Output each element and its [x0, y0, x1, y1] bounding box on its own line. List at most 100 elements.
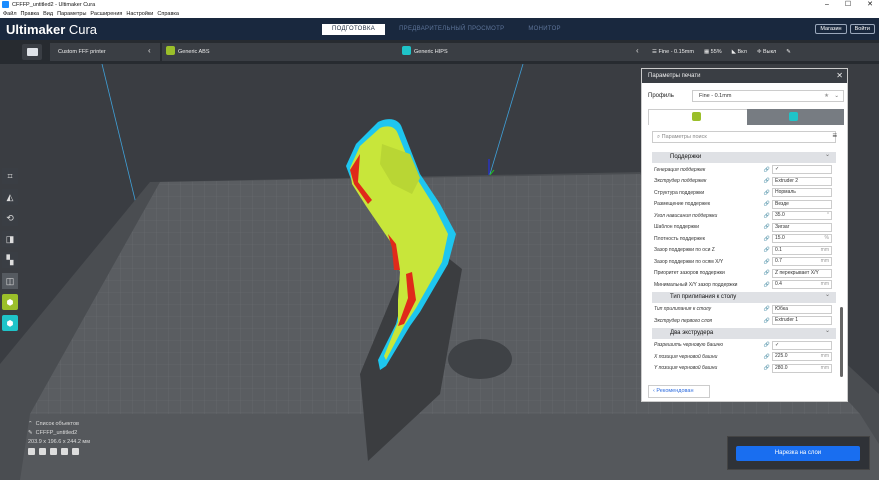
left-toolbar: ⌗ ◭ ⟲ ◨ ▚ ◫ ⬢ ⬢ — [2, 168, 18, 331]
object-name: ✎ CFFFP_untitled2 — [28, 430, 78, 436]
setting-value-field[interactable]: 35.0 ° — [772, 211, 832, 221]
chevron-left-icon[interactable]: ‹ — [148, 46, 151, 55]
chevron-down-icon: ⌄ — [834, 93, 839, 99]
profile-select[interactable]: Fine - 0.1mm ★ ⌄ — [692, 90, 844, 102]
menu-edit[interactable]: Правка — [21, 11, 40, 17]
pencil-icon: ✎ — [28, 430, 33, 436]
maximize-button[interactable]: ☐ — [845, 0, 851, 9]
setting-value-field[interactable]: Extruder 2 — [772, 176, 832, 186]
print-settings-summary[interactable]: ☰ Fine - 0.15mm ▦ 55% ◣ Вкл ✛ Выкл ✎ — [646, 43, 879, 61]
menu-help[interactable]: Справка — [157, 11, 179, 17]
signin-button[interactable]: Войти — [849, 24, 875, 34]
material-extruder1[interactable]: Generic ABS — [162, 43, 398, 61]
setting-row: Структура поддержки 🔗 Нормаль — [652, 187, 836, 199]
close-icon[interactable]: ✕ — [836, 69, 843, 83]
link-icon: 🔗 — [763, 258, 770, 265]
recommended-button[interactable]: ‹ Рекомендован — [648, 385, 710, 398]
setting-value-field[interactable]: Зигзаг — [772, 222, 832, 232]
tab-extruder2[interactable] — [746, 109, 844, 125]
setting-label: Структура поддержки — [654, 189, 705, 196]
setting-label: Зазор поддержки по осям X/Y — [654, 258, 724, 265]
setting-value-field[interactable]: Нормаль — [772, 188, 832, 198]
category-dual-extrusion[interactable]: Два экструдера — [652, 326, 836, 339]
object-list-toggle[interactable]: ⌃ Список объектов — [28, 421, 90, 427]
edit-icon[interactable]: ✎ — [786, 49, 791, 55]
chevron-left-icon[interactable]: ‹ — [636, 46, 639, 55]
stage-tabs: ПОДГОТОВКА ПРЕДВАРИТЕЛЬНЫЙ ПРОСМОТР МОНИ… — [322, 24, 571, 35]
settings-scrollbar[interactable] — [840, 307, 843, 377]
menu-settings[interactable]: Параметры — [57, 11, 86, 17]
setting-value-field[interactable]: 225.0 mm — [772, 352, 832, 362]
category-support[interactable]: Поддержки — [652, 150, 836, 163]
tab-prepare[interactable]: ПОДГОТОВКА — [322, 24, 386, 35]
setting-value-field[interactable]: 0.7 mm — [772, 257, 832, 267]
chevron-up-icon: ⌃ — [28, 421, 33, 427]
menu-extensions[interactable]: Расширения — [90, 11, 122, 17]
object-shadow-circle — [448, 339, 512, 379]
setting-row: Зазор поддержки по оси Z 🔗 0.1 mm — [652, 245, 836, 257]
setting-value-field[interactable]: 15.0% — [772, 234, 832, 244]
setting-label: Угол нависания поддержки — [654, 212, 718, 219]
setting-row: Разрешить черновую башню 🔗 ✓ — [652, 340, 836, 352]
settings-list: Поддержки Генерация поддержек🔗✓Экструдер… — [652, 150, 836, 374]
extruder2-button[interactable]: ⬢ — [2, 315, 18, 331]
view-top-icon[interactable] — [50, 448, 57, 455]
link-icon: 🔗 — [763, 270, 770, 277]
setting-value-field[interactable]: Z перекрывает X/Y — [772, 268, 832, 278]
view-3d-icon[interactable] — [28, 448, 35, 455]
view-buttons — [28, 448, 90, 455]
printer-selector[interactable]: Custom FFF printer — [50, 43, 160, 61]
setting-row: Минимальный X/Y зазор поддержки 🔗 0.4 mm — [652, 279, 836, 291]
scale-tool[interactable]: ◭ — [2, 189, 18, 205]
view-front-icon[interactable] — [39, 448, 46, 455]
setting-value-field[interactable]: Везде — [772, 199, 832, 209]
marketplace-button[interactable]: Магазин — [815, 24, 847, 34]
settings-menu-icon[interactable]: ≡ — [832, 131, 837, 140]
rotate-icon: ⟲ — [6, 212, 14, 223]
support-blocker-tool[interactable]: ◫ — [2, 273, 18, 289]
star-icon[interactable]: ★ — [824, 91, 829, 101]
menu-preferences[interactable]: Настройки — [126, 11, 153, 17]
open-file-button[interactable] — [22, 44, 42, 60]
close-button[interactable]: ✕ — [867, 0, 873, 9]
rotate-tool[interactable]: ⟲ — [2, 210, 18, 226]
per-model-settings-tool[interactable]: ▚ — [2, 252, 18, 268]
mirror-tool[interactable]: ◨ — [2, 231, 18, 247]
profile-summary: ☰ Fine - 0.15mm — [652, 49, 694, 55]
printer-toolbar: Custom FFF printer ‹ Generic ABS Generic… — [0, 40, 879, 64]
setting-value-field[interactable]: 0.4 mm — [772, 280, 832, 290]
menu-view[interactable]: Вид — [43, 11, 53, 17]
minimize-button[interactable]: – — [825, 0, 829, 9]
tab-monitor[interactable]: МОНИТОР — [518, 24, 570, 35]
setting-value-field[interactable]: ✓ — [772, 165, 832, 175]
setting-value-field[interactable]: ✓ — [772, 340, 832, 350]
menu-file[interactable]: Файл — [3, 11, 17, 17]
slice-button[interactable]: Нарезка на слои — [736, 446, 860, 461]
link-icon: 🔗 — [763, 212, 770, 219]
extruder1-button[interactable]: ⬢ — [2, 294, 18, 310]
view-right-icon[interactable] — [72, 448, 79, 455]
setting-value-field[interactable]: Юбка — [772, 304, 832, 314]
setting-row: Генерация поддержек 🔗 ✓ — [652, 164, 836, 176]
settings-search-input[interactable]: ⌕ Параметры поиск — [652, 131, 836, 143]
link-icon: 🔗 — [763, 342, 770, 349]
view-left-icon[interactable] — [61, 448, 68, 455]
setting-value-field[interactable]: Extruder 1 — [772, 316, 832, 326]
tab-extruder1[interactable] — [648, 109, 747, 125]
setting-value-field[interactable]: 0.1 mm — [772, 245, 832, 255]
object-dimensions: 203.9 x 196.6 x 244.2 мм — [28, 439, 90, 445]
support-blocker-icon: ◫ — [5, 275, 15, 286]
setting-row: Зазор поддержки по осям X/Y 🔗 0.7 mm — [652, 256, 836, 268]
category-adhesion[interactable]: Тип прилипания к столу — [652, 290, 836, 303]
material-extruder2[interactable]: Generic HIPS — [398, 43, 646, 61]
link-icon: 🔗 — [763, 353, 770, 360]
folder-icon — [26, 48, 38, 56]
link-icon: 🔗 — [763, 317, 770, 324]
scale-icon: ◭ — [6, 191, 14, 202]
setting-value-field[interactable]: 280.0 mm — [772, 363, 832, 373]
app-logo: Ultimaker Cura — [6, 22, 98, 37]
link-icon: 🔗 — [763, 178, 770, 185]
extruder-icon: ⬢ — [6, 297, 14, 307]
tab-preview[interactable]: ПРЕДВАРИТЕЛЬНЫЙ ПРОСМОТР — [389, 24, 514, 35]
move-tool[interactable]: ⌗ — [2, 168, 18, 184]
